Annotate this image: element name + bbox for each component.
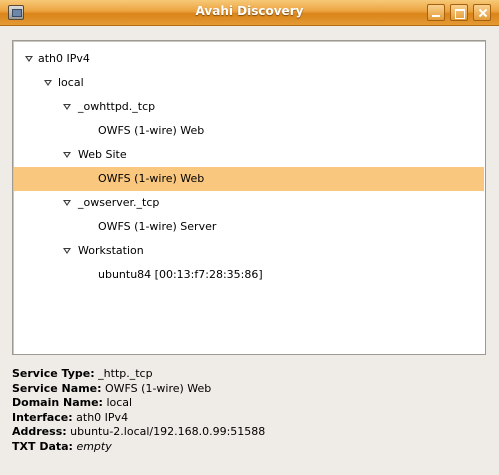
detail-key: TXT Data: bbox=[12, 439, 73, 453]
detail-value: empty bbox=[76, 439, 112, 453]
tree-row-label: _owhttpd._tcp bbox=[78, 100, 156, 113]
detail-key: Service Type: bbox=[12, 367, 95, 380]
tree-row-label: OWFS (1-wire) Server bbox=[98, 220, 217, 233]
detail-key: Domain Name: bbox=[12, 396, 103, 409]
tree-row-label: ubuntu84 [00:13:f7:28:35:86] bbox=[98, 268, 263, 281]
tree-row-label: OWFS (1-wire) Web bbox=[98, 124, 205, 137]
detail-txt-data: TXT Data: empty bbox=[12, 440, 486, 455]
expander-down-icon[interactable] bbox=[63, 152, 71, 158]
service-details: Service Type: _http._tcp Service Name: O… bbox=[12, 367, 486, 454]
maximize-button[interactable] bbox=[450, 4, 468, 21]
expander-down-icon[interactable] bbox=[25, 56, 33, 62]
detail-key: Service Name: bbox=[12, 381, 102, 395]
detail-value: ubuntu-2.local/192.168.0.99:51588 bbox=[70, 425, 266, 438]
detail-value: OWFS (1-wire) Web bbox=[105, 381, 212, 395]
tree-row-service-type[interactable]: Workstation bbox=[14, 239, 484, 263]
window-title: Avahi Discovery bbox=[195, 4, 304, 18]
tree-row-service[interactable]: OWFS (1-wire) Web bbox=[14, 119, 484, 143]
detail-service-type: Service Type: _http._tcp bbox=[12, 367, 486, 382]
title-bar[interactable]: Avahi Discovery bbox=[0, 0, 499, 26]
detail-address: Address: ubuntu-2.local/192.168.0.99:515… bbox=[12, 425, 486, 440]
tree-row-service[interactable]: OWFS (1-wire) Server bbox=[14, 215, 484, 239]
detail-key: Address: bbox=[12, 425, 67, 438]
expander-down-icon[interactable] bbox=[63, 104, 71, 110]
tree-row-service-type[interactable]: Web Site bbox=[14, 143, 484, 167]
detail-interface: Interface: ath0 IPv4 bbox=[12, 411, 486, 426]
tree-row-domain[interactable]: local bbox=[14, 71, 484, 95]
tree-row-service-selected[interactable]: OWFS (1-wire) Web bbox=[14, 167, 484, 191]
expander-down-icon[interactable] bbox=[63, 200, 71, 206]
expander-down-icon[interactable] bbox=[44, 80, 52, 86]
tree-row-service-type[interactable]: _owserver._tcp bbox=[14, 191, 484, 215]
tree-row-service[interactable]: ubuntu84 [00:13:f7:28:35:86] bbox=[14, 263, 484, 287]
tree-row-interface[interactable]: ath0 IPv4 bbox=[14, 47, 484, 71]
tree-row-label: Workstation bbox=[78, 244, 144, 257]
close-button[interactable] bbox=[473, 4, 491, 21]
detail-value: local bbox=[106, 396, 133, 409]
tree-row-label: Web Site bbox=[78, 148, 127, 161]
expander-down-icon[interactable] bbox=[63, 248, 71, 254]
service-tree[interactable]: ath0 IPv4 local _owhttpd._tcp OWFS (1-wi… bbox=[12, 40, 486, 355]
tree-row-label: OWFS (1-wire) Web bbox=[98, 172, 205, 185]
tree-row-label: local bbox=[58, 76, 84, 89]
minimize-button[interactable] bbox=[427, 4, 445, 21]
detail-value: ath0 IPv4 bbox=[76, 410, 129, 424]
detail-service-name: Service Name: OWFS (1-wire) Web bbox=[12, 382, 486, 397]
detail-key: Interface: bbox=[12, 410, 73, 424]
detail-domain-name: Domain Name: local bbox=[12, 396, 486, 411]
tree-row-label: _owserver._tcp bbox=[78, 196, 160, 209]
tree-row-label: ath0 IPv4 bbox=[38, 52, 90, 65]
tree-row-service-type[interactable]: _owhttpd._tcp bbox=[14, 95, 484, 119]
detail-value: _http._tcp bbox=[98, 367, 153, 380]
